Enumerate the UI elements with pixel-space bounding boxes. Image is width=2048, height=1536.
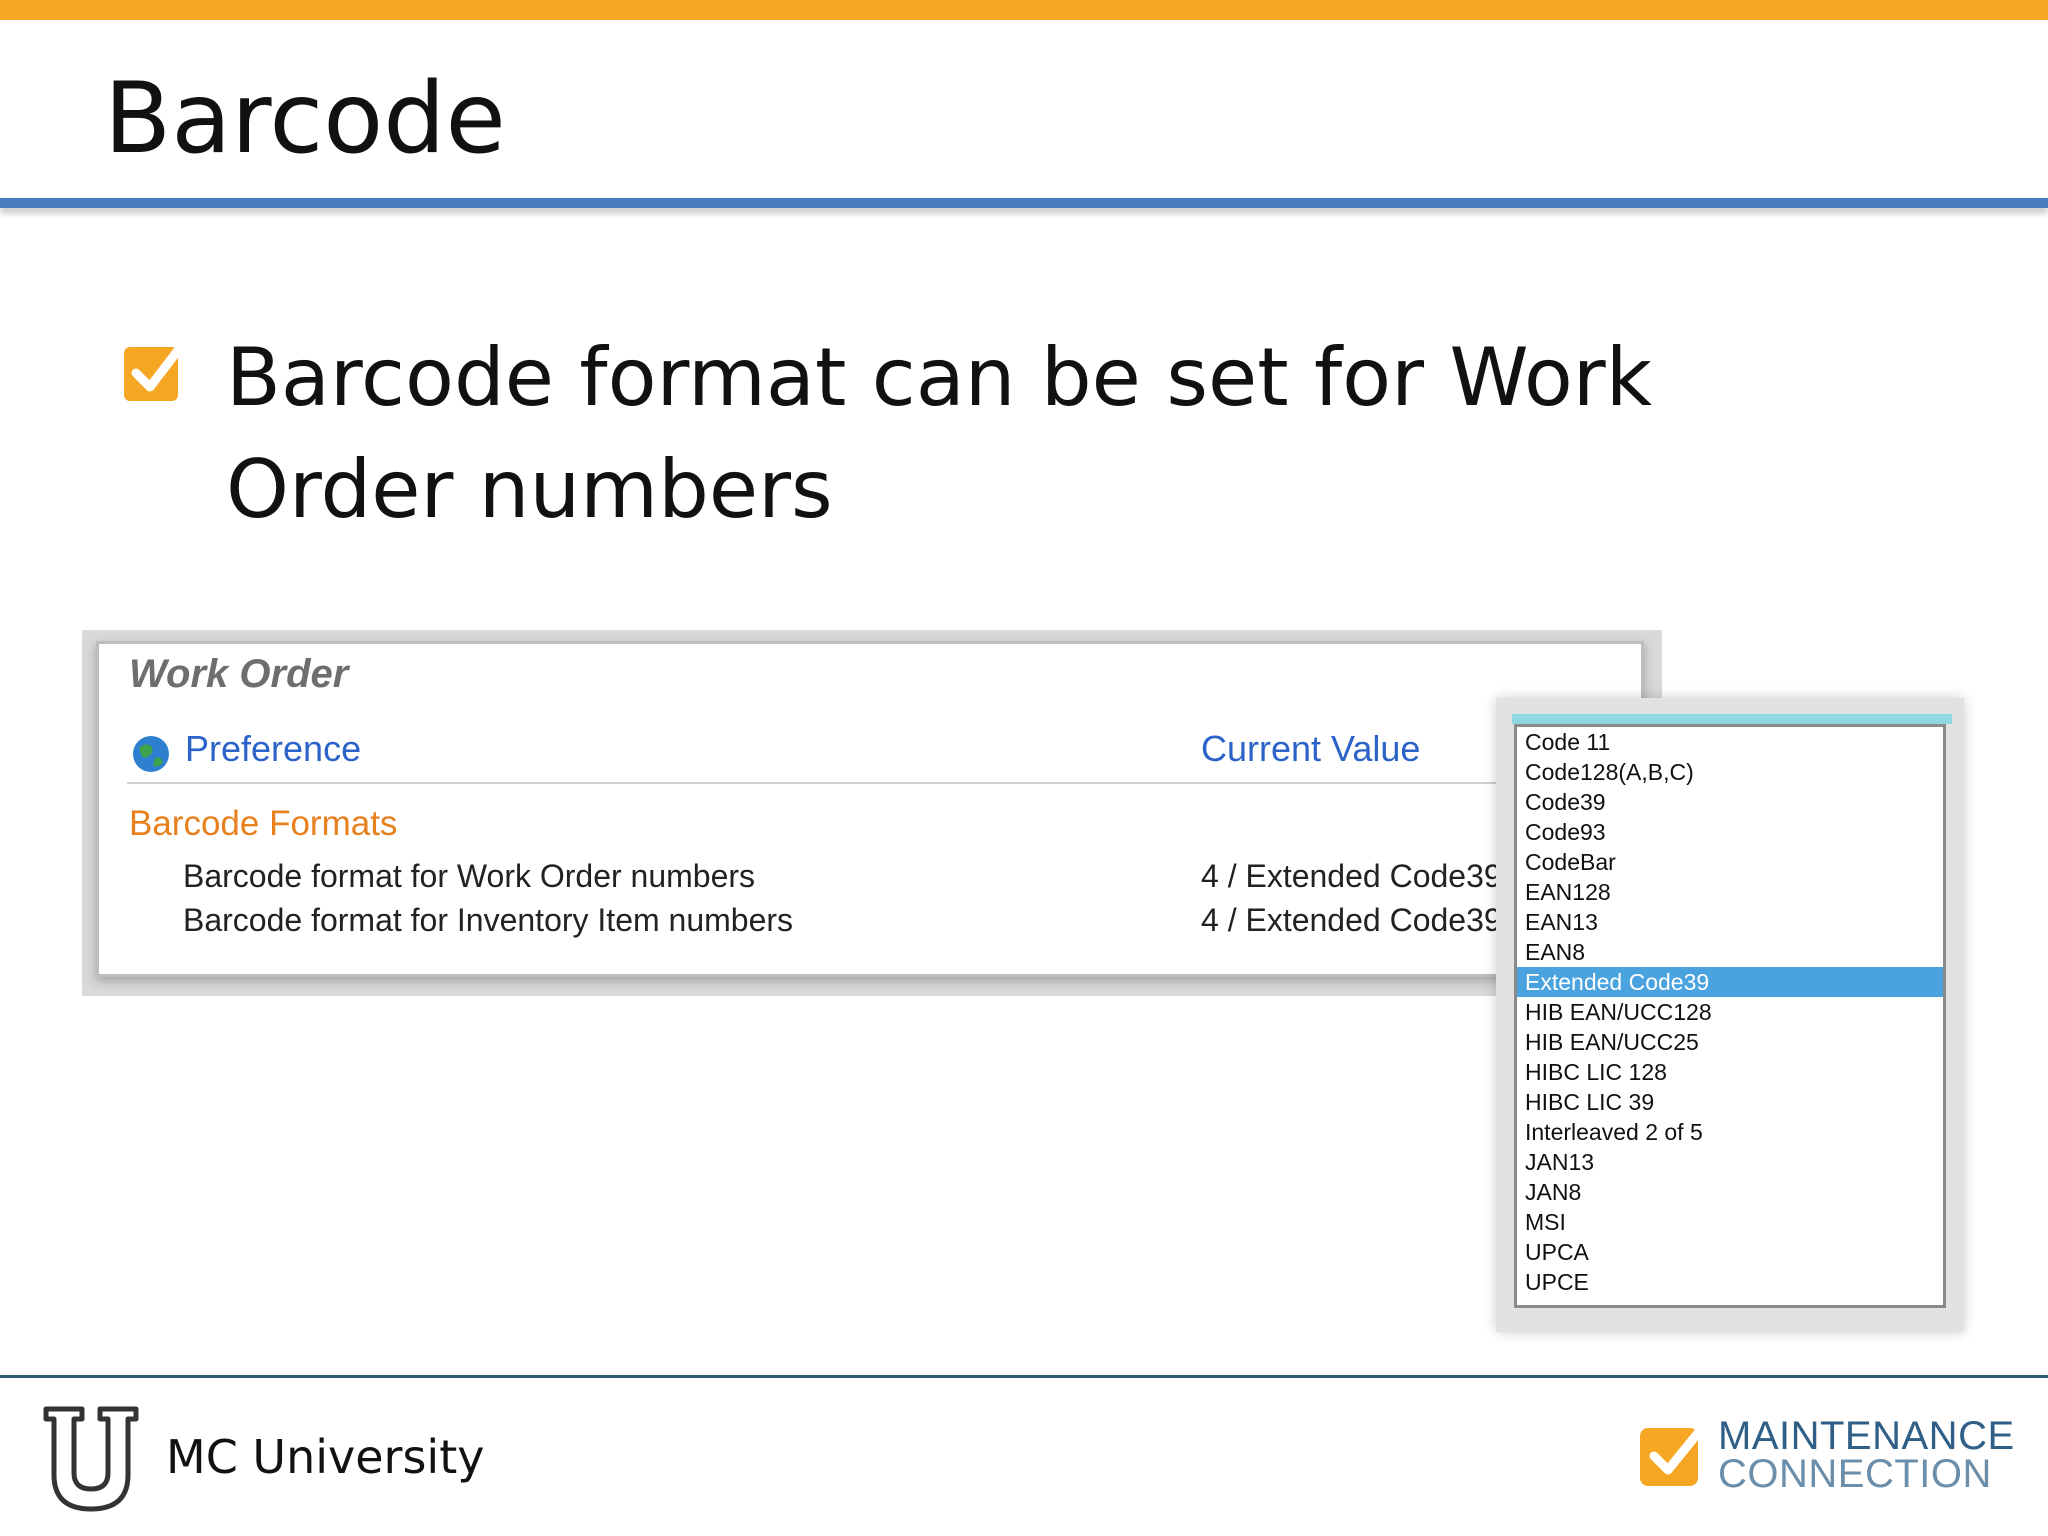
top-accent-bar (0, 0, 2048, 20)
dropdown-option[interactable]: HIB EAN/UCC128 (1517, 997, 1943, 1027)
pref-row-label-work-order[interactable]: Barcode format for Work Order numbers (183, 858, 755, 895)
dropdown-option[interactable]: CodeBar (1517, 847, 1943, 877)
dropdown-option[interactable]: HIBC LIC 128 (1517, 1057, 1943, 1087)
dropdown-option[interactable]: Code128(A,B,C) (1517, 757, 1943, 787)
dropdown-option[interactable]: HIB EAN/UCC25 (1517, 1027, 1943, 1057)
pref-row-value-inventory[interactable]: 4 / Extended Code39 (1201, 902, 1502, 939)
university-shield-icon (43, 1406, 139, 1512)
title-rule (0, 198, 2048, 208)
dropdown-top-edge (1512, 714, 1952, 724)
current-value-column-header[interactable]: Current Value (1201, 728, 1420, 770)
dropdown-option[interactable]: HIBC LIC 39 (1517, 1087, 1943, 1117)
dropdown-option[interactable]: Code93 (1517, 817, 1943, 847)
maintenance-connection-logo-icon (1640, 1423, 1707, 1486)
dropdown-option[interactable]: JAN8 (1517, 1177, 1943, 1207)
dropdown-option-selected[interactable]: Extended Code39 (1517, 967, 1943, 997)
header-divider (127, 782, 1617, 784)
dropdown-option[interactable]: Code 11 (1517, 727, 1943, 757)
footer-university-text: MC University (166, 1430, 485, 1484)
pref-row-value-work-order[interactable]: 4 / Extended Code39 (1201, 858, 1502, 895)
bullet-text: Barcode format can be set for Work Order… (226, 331, 1653, 536)
brand-line-2: CONNECTION (1718, 1452, 1992, 1496)
barcode-format-dropdown[interactable]: Code 11 Code128(A,B,C) Code39 Code93 Cod… (1514, 724, 1946, 1308)
section-barcode-formats: Barcode Formats (129, 804, 398, 843)
panel-title: Work Order (129, 652, 349, 696)
dropdown-option[interactable]: EAN8 (1517, 937, 1943, 967)
dropdown-option[interactable]: UPCE (1517, 1267, 1943, 1297)
dropdown-option[interactable]: MSI (1517, 1207, 1943, 1237)
dropdown-option[interactable]: UPCA (1517, 1237, 1943, 1267)
dropdown-option[interactable]: EAN13 (1517, 907, 1943, 937)
slide-title: Barcode (104, 62, 506, 176)
dropdown-option[interactable]: EAN128 (1517, 877, 1943, 907)
preference-column-header[interactable]: Preference (185, 728, 361, 770)
dropdown-option[interactable]: Code39 (1517, 787, 1943, 817)
globe-icon (133, 736, 169, 772)
dropdown-option[interactable]: Interleaved 2 of 5 (1517, 1117, 1943, 1147)
footer-rule (0, 1375, 2048, 1378)
dropdown-option[interactable]: JAN13 (1517, 1147, 1943, 1177)
work-order-panel: Work Order Preference Current Value Barc… (96, 641, 1644, 977)
pref-row-label-inventory[interactable]: Barcode format for Inventory Item number… (183, 902, 793, 939)
checkbox-bullet-icon (124, 340, 186, 401)
